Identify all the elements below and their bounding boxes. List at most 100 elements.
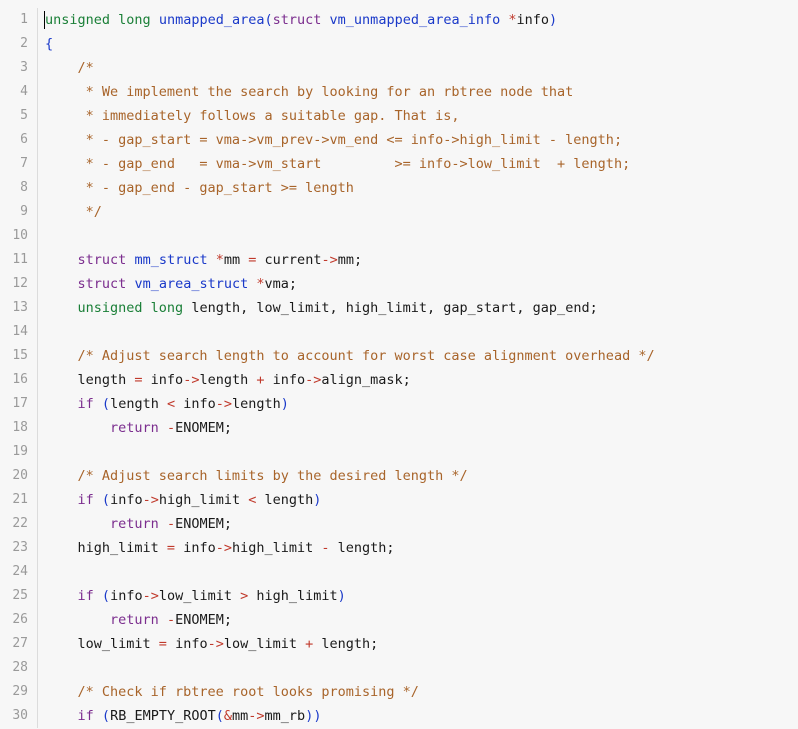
code-token: length [45,372,135,388]
code-line[interactable]: if (info->high_limit < length) [45,488,798,512]
code-token: vm_area_struct [134,276,249,292]
code-token: if [77,588,94,604]
code-token: - [166,420,176,436]
code-line[interactable]: * immediately follows a suitable gap. Th… [45,104,798,128]
code-token: info [110,588,143,604]
code-token: high_limit [248,588,338,604]
code-token: -> [215,540,232,556]
code-line[interactable]: * - gap_end - gap_start >= length [45,176,798,200]
line-number: 29 [12,684,28,699]
code-token: + [256,372,265,388]
code-token: info [264,372,306,388]
line-number: 2 [20,36,28,51]
code-token: - [166,516,176,532]
line-number: 5 [20,108,28,123]
code-line[interactable]: if (RB_EMPTY_ROOT(&mm->mm_rb)) [45,704,798,728]
code-token: { [45,36,54,52]
code-line[interactable] [45,560,798,584]
code-line[interactable]: length = info->length + info->align_mask… [45,368,798,392]
code-line[interactable]: return -ENOMEM; [45,512,798,536]
code-token: info [110,492,143,508]
code-line[interactable]: unsigned long unmapped_area(struct vm_un… [45,8,798,32]
code-token: * [508,12,517,28]
code-token: ENOMEM; [175,612,232,628]
code-content-area[interactable]: unsigned long unmapped_area(struct vm_un… [38,8,798,728]
code-line[interactable]: struct vm_area_struct *vma; [45,272,798,296]
code-line[interactable]: */ [45,200,798,224]
code-line[interactable]: * - gap_start = vma->vm_prev->vm_end <= … [45,128,798,152]
line-number: 6 [20,132,28,147]
code-token: */ [45,204,102,220]
code-line[interactable]: high_limit = info->high_limit - length; [45,536,798,560]
code-token: info [142,372,184,388]
code-line[interactable]: return -ENOMEM; [45,416,798,440]
code-token: RB_EMPTY_ROOT [110,708,216,724]
code-token: mm [232,708,249,724]
code-token: return [110,516,159,532]
code-token: /* Adjust search limits by the desired l… [45,468,468,484]
code-line[interactable]: * - gap_end = vma->vm_start >= info->low… [45,152,798,176]
line-number: 13 [12,300,28,315]
code-token: length; [329,540,395,556]
code-line[interactable]: return -ENOMEM; [45,608,798,632]
code-token: = [134,372,143,388]
code-token: length, low_limit, high_limit, gap_start… [183,300,598,316]
code-line[interactable]: /* Adjust search limits by the desired l… [45,464,798,488]
code-token: -> [207,636,224,652]
code-token: info [166,636,208,652]
code-token: * We implement the search by looking for… [45,84,574,100]
code-token: vm_unmapped_area_info [329,12,501,28]
code-token: -> [142,588,159,604]
code-line[interactable]: /* Check if rbtree root looks promising … [45,680,798,704]
code-token: unsigned long [77,300,184,316]
code-line[interactable]: * We implement the search by looking for… [45,80,798,104]
line-number: 26 [12,612,28,627]
line-number: 20 [12,468,28,483]
code-token: high_limit [231,540,322,556]
code-token: -> [142,492,159,508]
code-token: * [215,252,224,268]
line-number: 11 [12,252,28,267]
code-line[interactable]: if (info->low_limit > high_limit) [45,584,798,608]
code-line[interactable]: { [45,32,798,56]
line-number: 22 [12,516,28,531]
code-token: length [256,492,314,508]
code-token: struct [77,276,127,292]
code-line[interactable]: low_limit = info->low_limit + length; [45,632,798,656]
code-token: ENOMEM; [175,420,232,436]
line-number: 27 [12,636,28,651]
line-number: 14 [12,324,28,339]
code-line[interactable] [45,224,798,248]
code-token: vma; [264,276,298,292]
code-token: length [199,372,257,388]
code-token: length; [313,636,379,652]
code-token: if [77,708,94,724]
code-line[interactable] [45,440,798,464]
line-number: 24 [12,564,28,579]
code-token: length [232,396,281,412]
line-number: 19 [12,444,28,459]
code-line[interactable]: /* Adjust search length to account for w… [45,344,798,368]
code-line[interactable]: /* [45,56,798,80]
code-line[interactable] [45,320,798,344]
code-editor[interactable]: 1 2 3 4 5 6 7 8 9 10 11 12 13 14 15 16 17 18 19 20 21 22 23 24 2… [0,0,798,729]
code-token: ( [215,708,224,724]
code-line[interactable] [45,656,798,680]
code-line[interactable]: if (length < info->length) [45,392,798,416]
code-token: ) [313,492,322,508]
code-token: ( [101,588,111,604]
code-line[interactable]: struct mm_struct *mm = current->mm; [45,248,798,272]
code-line[interactable]: unsigned long length, low_limit, high_li… [45,296,798,320]
